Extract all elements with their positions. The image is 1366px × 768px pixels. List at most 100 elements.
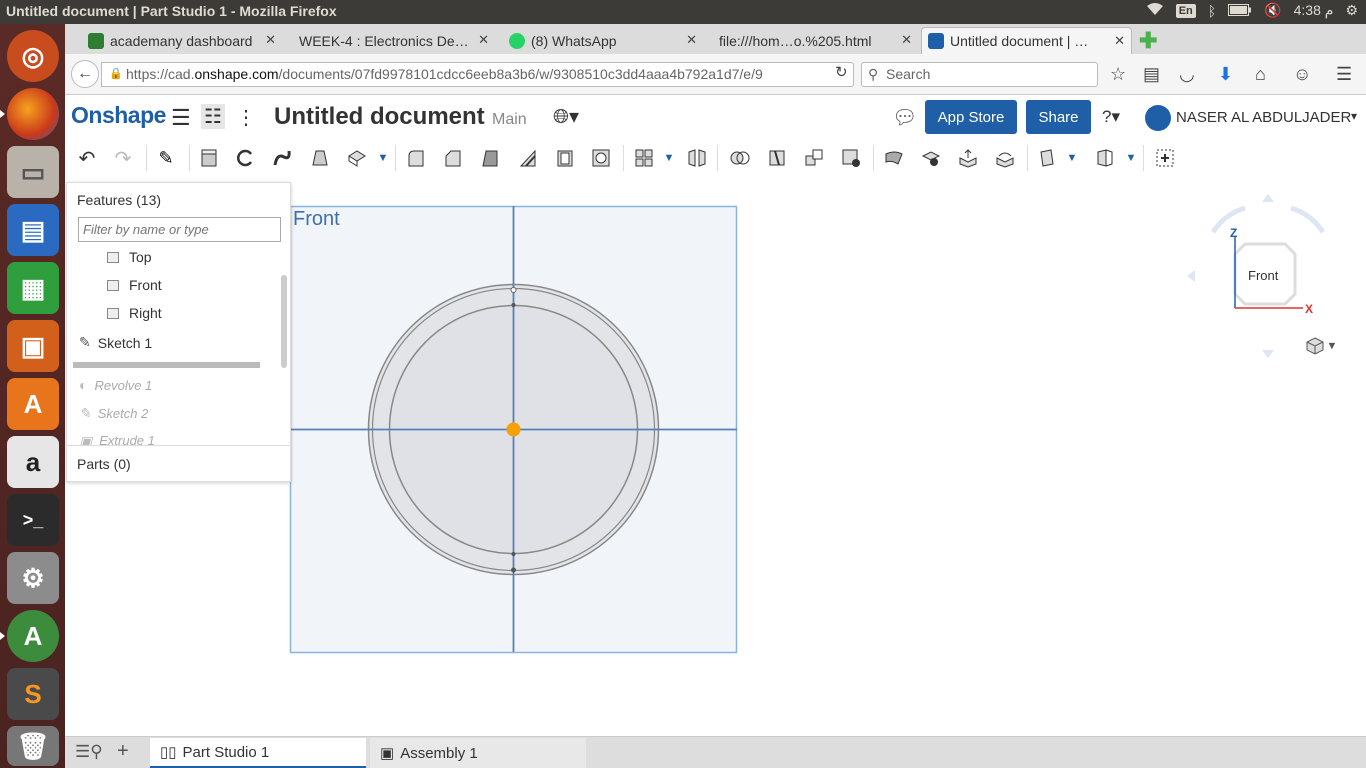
battery-icon[interactable] — [1228, 3, 1252, 19]
loft-icon[interactable] — [308, 146, 332, 170]
tab-part-studio-1[interactable]: ▯▯ Part Studio 1 — [150, 738, 366, 768]
tab-manager-icon[interactable]: ☰⚲ — [75, 742, 103, 762]
browser-tab[interactable]: WEEK-4 : Electronics De… ✕ — [293, 27, 495, 54]
software-center-icon[interactable]: A — [7, 378, 59, 430]
new-tab-plus-icon[interactable]: ✚ — [1139, 28, 1157, 54]
replace-face-icon[interactable] — [993, 146, 1017, 170]
onshape-logo[interactable]: Onshape — [71, 102, 166, 129]
volume-muted-icon[interactable]: 🔇 — [1264, 2, 1281, 19]
share-button[interactable]: Share — [1026, 100, 1091, 134]
libreoffice-writer-icon[interactable]: ▤ — [7, 204, 59, 256]
sweep-icon[interactable] — [270, 146, 294, 170]
ubuntu-dash-icon[interactable]: ◎ — [7, 30, 59, 82]
feature-item-sketch-2[interactable]: ✎ Sketch 2 — [79, 405, 148, 422]
download-icon[interactable]: ⬇ — [1218, 64, 1233, 85]
pocket-icon[interactable]: ◡ — [1179, 64, 1195, 85]
libreoffice-impress-icon[interactable]: ▣ — [7, 320, 59, 372]
search-input[interactable]: ⚲ Search — [861, 62, 1098, 87]
linear-pattern-icon[interactable] — [632, 146, 656, 170]
split-icon[interactable] — [765, 146, 789, 170]
hamburger-menu-icon[interactable]: ☰ — [171, 105, 191, 131]
software-updater-icon[interactable]: A — [0, 610, 59, 662]
close-tab-icon[interactable]: ✕ — [1114, 33, 1125, 49]
chat-icon[interactable]: ☺ — [1293, 64, 1311, 85]
wifi-icon[interactable] — [1146, 2, 1164, 19]
browser-tab[interactable]: file:///hom…o.%205.html ✕ — [713, 27, 918, 54]
globe-public-icon[interactable]: 🌐︎▾ — [553, 104, 579, 129]
tab-assembly-1[interactable]: ▣ Assembly 1 — [370, 738, 586, 768]
sketch-icon[interactable]: ✎ — [154, 146, 178, 170]
rib-icon[interactable] — [516, 146, 540, 170]
view-options-cube-icon[interactable]: ▾ — [1305, 336, 1335, 356]
back-button[interactable]: ← — [71, 60, 99, 88]
home-icon[interactable]: ⌂ — [1255, 64, 1266, 85]
delete-part-icon[interactable] — [839, 146, 863, 170]
dropdown-chevron-icon[interactable]: ▼ — [1060, 146, 1084, 170]
transform-icon[interactable] — [802, 146, 826, 170]
trash-icon[interactable]: 🗑 — [7, 726, 59, 766]
sublime-text-icon[interactable]: S — [7, 668, 59, 720]
sketch-point[interactable] — [511, 303, 516, 307]
redo-icon[interactable]: ↷ — [111, 146, 135, 170]
menu-icon[interactable]: ☰ — [1336, 64, 1352, 85]
comments-icon[interactable]: 💬︎ — [892, 105, 917, 130]
add-custom-feature-icon[interactable] — [1153, 146, 1177, 170]
browser-tab-active[interactable]: Untitled document | … ✕ — [921, 27, 1132, 54]
reload-icon[interactable]: ↻ — [835, 63, 848, 81]
parts-header[interactable]: Parts (0) — [77, 456, 131, 472]
libreoffice-calc-icon[interactable]: ▦ — [7, 262, 59, 314]
document-title[interactable]: Untitled document — [274, 103, 485, 131]
user-menu[interactable]: NASER AL ABDULJADER — [1176, 109, 1351, 126]
reading-list-icon[interactable]: ▤ — [1143, 64, 1160, 85]
app-store-button[interactable]: App Store — [925, 100, 1017, 134]
browser-tab[interactable]: academany dashboard ✕ — [82, 27, 282, 54]
mirror-icon[interactable] — [685, 146, 709, 170]
sketch-point[interactable] — [511, 567, 516, 573]
document-branch[interactable]: Main — [492, 111, 527, 129]
terminal-icon[interactable]: >_ — [7, 494, 59, 546]
dropdown-chevron-icon[interactable]: ▼ — [371, 146, 395, 170]
sketch-point[interactable] — [510, 287, 517, 293]
hole-icon[interactable] — [589, 146, 613, 170]
keyboard-language-indicator[interactable]: En — [1175, 3, 1196, 18]
settings-gear-icon[interactable]: ⚙ — [1345, 2, 1358, 19]
feature-item-extrude-1[interactable]: ▣ Extrude 1 — [79, 433, 155, 445]
url-bar[interactable]: 🔒 https://cad.onshape.com/documents/07fd… — [101, 62, 854, 87]
dropdown-chevron-icon[interactable]: ▼ — [657, 146, 681, 170]
browser-tab[interactable]: (8) WhatsApp ✕ — [503, 27, 703, 54]
user-avatar-icon[interactable] — [1145, 105, 1171, 131]
move-face-icon[interactable] — [956, 146, 980, 170]
close-tab-icon[interactable]: ✕ — [901, 32, 912, 48]
part-studio-feature-icon[interactable] — [1093, 146, 1117, 170]
help-icon[interactable]: ?▾ — [1102, 107, 1120, 127]
thicken-icon[interactable] — [345, 146, 369, 170]
boolean-icon[interactable] — [728, 146, 752, 170]
clock[interactable]: 4:38 م — [1294, 2, 1334, 19]
feature-list-icon[interactable]: ☷ — [201, 104, 225, 129]
feature-list-scrollbar[interactable] — [281, 275, 287, 368]
features-header[interactable]: Features (13) — [77, 192, 161, 208]
undo-icon[interactable]: ↶ — [75, 146, 99, 170]
bookmark-star-icon[interactable]: ☆ — [1110, 64, 1126, 85]
offset-surface-icon[interactable] — [882, 146, 906, 170]
bluetooth-icon[interactable]: ᛒ — [1208, 3, 1216, 19]
feature-item-sketch-1[interactable]: ✎ Sketch 1 — [79, 334, 152, 351]
add-tab-plus-icon[interactable]: + — [117, 740, 129, 763]
dropdown-chevron-icon[interactable]: ▼ — [1119, 146, 1143, 170]
feature-filter-input[interactable] — [78, 217, 281, 242]
close-tab-icon[interactable]: ✕ — [265, 32, 276, 48]
feature-item-revolve-1[interactable]: ◐ Revolve 1 — [79, 377, 152, 393]
system-settings-icon[interactable]: ⚙ — [7, 552, 59, 604]
shell-icon[interactable] — [553, 146, 577, 170]
extrude-icon[interactable] — [197, 146, 221, 170]
origin-point[interactable] — [506, 422, 521, 437]
plane-icon[interactable] — [1035, 146, 1059, 170]
feature-item-right[interactable]: Right — [107, 305, 162, 321]
file-manager-icon[interactable]: ▭ — [7, 146, 59, 198]
close-tab-icon[interactable]: ✕ — [478, 32, 489, 48]
instance-list-icon[interactable]: ⋮ — [236, 105, 256, 130]
revolve-icon[interactable] — [233, 146, 257, 170]
chamfer-icon[interactable] — [441, 146, 465, 170]
user-menu-chevron-icon[interactable]: ▾ — [1351, 109, 1357, 123]
draft-icon[interactable] — [478, 146, 502, 170]
